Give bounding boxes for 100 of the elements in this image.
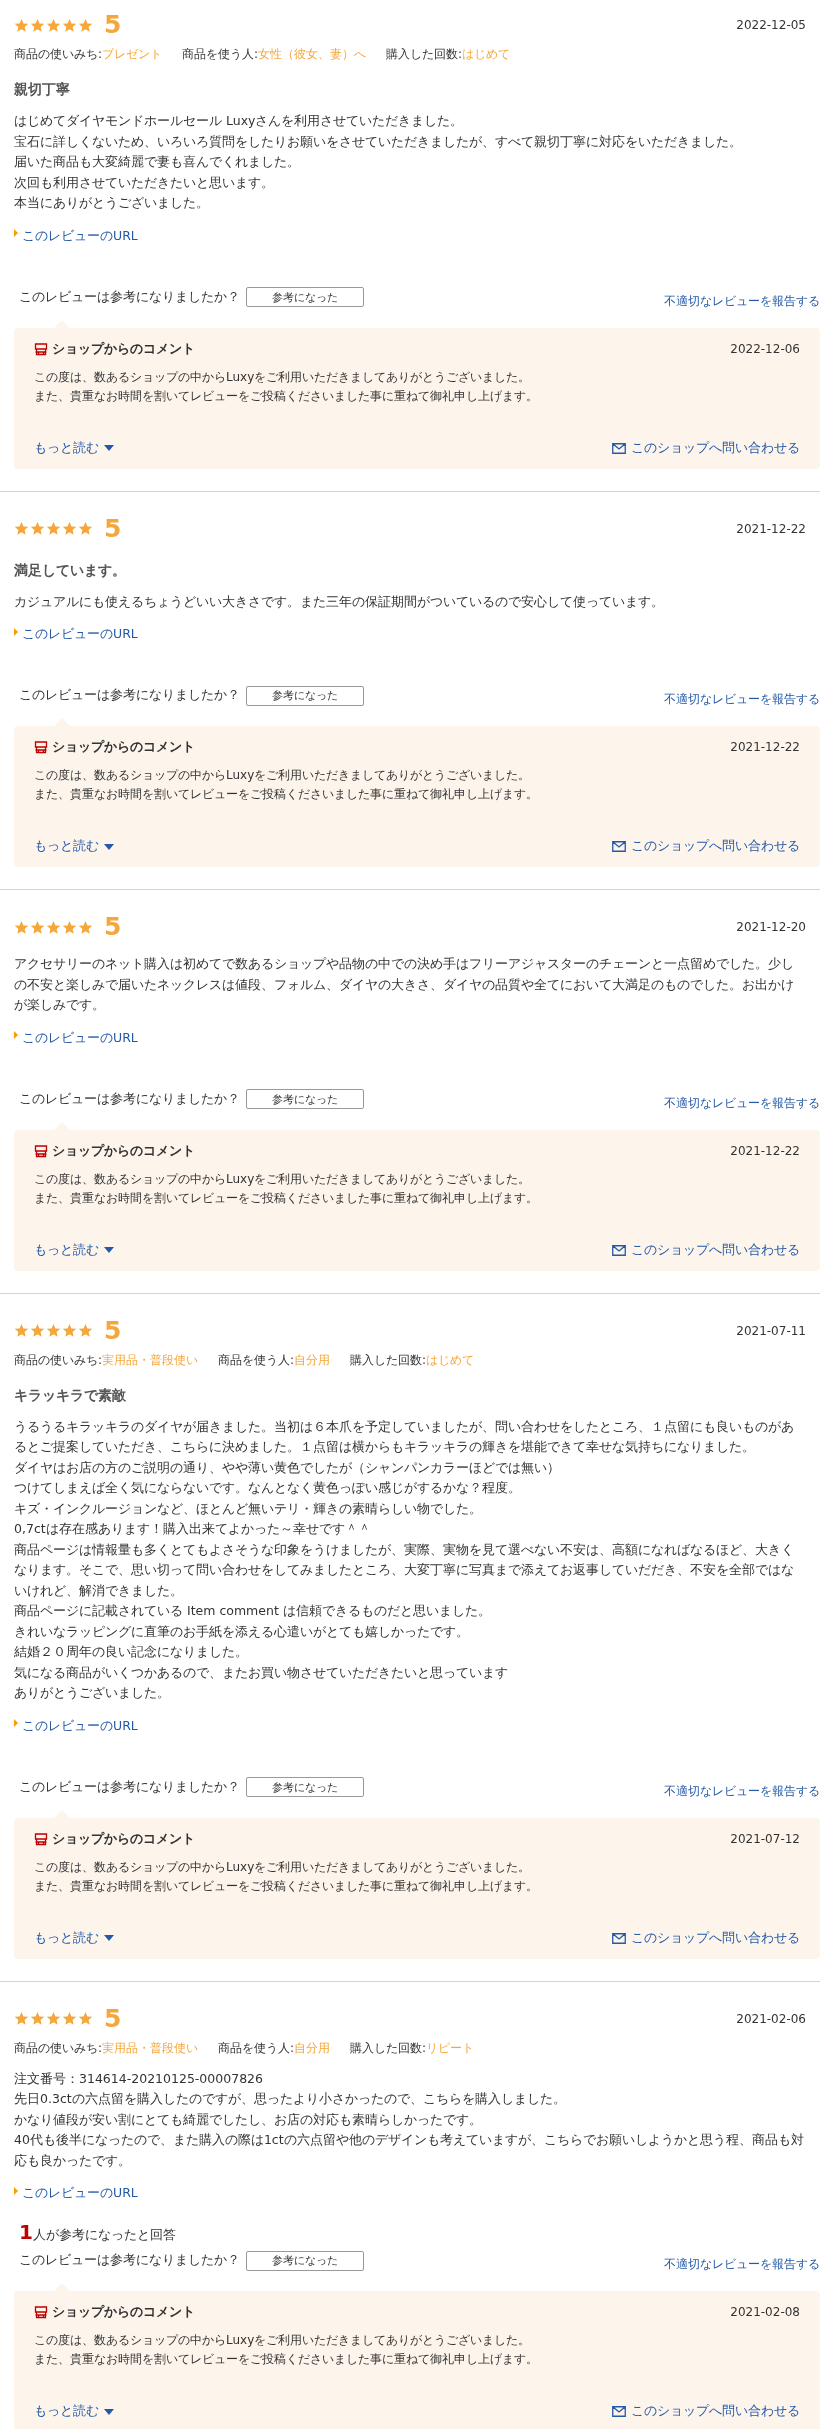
star-icon [62,919,77,935]
shop-icon [34,1143,48,1158]
shop-comment-title: ショップからのコメント [52,1141,195,1160]
read-more-link[interactable]: もっと読む [34,1929,114,1947]
meta-value: 実用品・普段使い [102,2040,199,2055]
shop-comment-date: 2021-12-22 [730,740,800,754]
read-more-link[interactable]: もっと読む [34,439,114,457]
shop-comment-text: この度は、数あるショップの中からLuxyをご利用いただきましてありがとうございました。 [34,2332,532,2349]
shop-comment-title: ショップからのコメント [52,738,195,756]
report-link[interactable]: 不適切なレビューを報告する [664,2256,820,2273]
contact-shop-link[interactable]: このショップへ問い合わせる [612,1929,800,1947]
caret-icon [104,1247,114,1253]
rating-score: 5 [104,1315,122,1346]
review-url-link[interactable]: このレビューのURL [14,227,138,245]
review-text: 商品ページは情報量も多くとてもよさそうな印象をうけましたが、実際、実物を見て選べない不安は、高額になればなるほど、大きくなります。そこで、思い切って問い合わせをしてみましたところ、大変丁寧に写真まで添えてお返事していだだき、不安を全部ではないけれど、解消できました。 [14,1540,795,1600]
review-text: ダイヤはお店の方のご説明の通り、やや薄い黄色でしたが（シャンパンカラーほどでは無い） [14,1458,561,1477]
rating-score: 5 [104,912,122,942]
helpful-question: このレビューは参考になりましたか？ [19,288,240,306]
meta-label: 商品を使う人: [218,2040,295,2055]
review-url-link[interactable]: このレビューのURL [14,626,138,643]
contact-shop-link[interactable]: このショップへ問い合わせる [612,439,800,457]
mail-icon [612,2406,626,2417]
shop-comment-text: また、貴重なお時間を割いてレビューをご投稿くださいました事に重ねて御礼申し上げます。 [34,786,539,803]
review-text: カジュアルにも使えるちょうどいい大きさです。また三年の保証期間がついているので安心して使っています。 [14,592,665,611]
review-date: 2021-12-22 [736,521,806,536]
review-text: うるうるキラッキラのダイヤが届きました。当初は６本爪を予定していましたが、問い合わせをしたところ、１点留にも良いものがあるとご提案していただき、こちらに決めました。１点留は横からもキラッキラの輝きを堪能できて幸せな気持ちになりました。 [14,1417,795,1456]
meta-value: 実用品・普段使い [102,1352,199,1367]
review-title: キラッキラで素敵 [14,1386,127,1405]
review-text: 注文番号：314614-20210125-00007826 [14,2069,264,2088]
helpful-button[interactable]: 参考になった [246,1089,364,1109]
star-icon [46,2011,61,2026]
review-text: 結婚２０周年の良い記念になりました。 [14,1643,249,1661]
caret-icon [104,843,114,850]
meta-value: はじめて [462,47,511,61]
star-icon [62,1323,77,1338]
helpful-button[interactable]: 参考になった [246,685,364,706]
helpful-question: このレビューは参考になりましたか？ [19,1090,240,1108]
shop-icon [34,1831,48,1846]
rating-score: 5 [104,2003,122,2034]
helpful-button[interactable]: 参考になった [246,287,364,307]
meta-value: 自分用 [294,1352,331,1367]
review-text: つけてしまえば全く気にならないです。なんとなく黄色っぽい感じがするかな？程度。 [14,1479,522,1497]
review-text: 届いた商品も大変綺麗で妻も喜んでくれました。 [14,153,301,171]
star-icon [14,919,29,935]
star-icon [14,17,29,33]
meta-value: 自分用 [294,2040,331,2055]
meta-value: はじめて [426,1352,475,1367]
rating-score: 5 [104,513,122,544]
shop-comment-text: また、貴重なお時間を割いてレビューをご投稿くださいました事に重ねて御礼申し上げます。 [34,2351,539,2368]
shop-comment-title: ショップからのコメント [52,2303,195,2321]
meta-label: 商品を使う人: [182,47,259,61]
star-icon [62,2011,77,2026]
star-icon [62,521,77,536]
review-text: 0,7ctは存在感あります！購入出来てよかった～幸せです＾＾ [14,1520,372,1538]
star-icon [78,17,93,33]
star-icon [30,1323,45,1338]
shop-comment-text: また、貴重なお時間を割いてレビューをご投稿くださいました事に重ねて御礼申し上げます。 [34,1877,539,1895]
helpful-button[interactable]: 参考になった [246,2250,364,2271]
shop-comment-title: ショップからのコメント [52,1829,195,1848]
meta-label: 商品の使いみち: [14,47,103,61]
meta-value: リピート [426,2040,475,2055]
helpful-count: 1 [19,2220,33,2244]
caret-icon [104,2408,114,2415]
contact-shop-link[interactable]: このショップへ問い合わせる [612,1241,800,1259]
star-icon [46,17,61,33]
star-icon [78,2011,93,2026]
star-icon [46,919,61,935]
review-url-link[interactable]: このレビューのURL [14,1029,138,1047]
helpful-button[interactable]: 参考になった [246,1777,364,1797]
star-icon [62,17,77,33]
review-url-link[interactable]: このレビューのURL [14,2185,138,2202]
shop-icon [34,740,48,754]
star-icon [30,919,45,935]
review-text: 本当にありがとうございました。 [14,194,210,212]
contact-shop-link[interactable]: このショップへ問い合わせる [612,838,800,855]
shop-comment-text: この度は、数あるショップの中からLuxyをご利用いただきましてありがとうございました。 [34,1858,532,1876]
contact-shop-link[interactable]: このショップへ問い合わせる [612,2403,800,2420]
report-link[interactable]: 不適切なレビューを報告する [664,691,820,708]
review-title: 満足しています。 [14,561,127,580]
report-link[interactable]: 不適切なレビューを報告する [664,1094,820,1112]
star-icon [30,521,45,536]
helpful-question: このレビューは参考になりましたか？ [19,1778,240,1796]
review-text: 先日0.3ctの六点留を購入したのですが、思ったより小さかったので、こちらを購入しました。 [14,2090,567,2108]
meta-value: 女性（彼女、妻）へ [258,47,367,61]
read-more-link[interactable]: もっと読む [34,1241,114,1259]
review-text: かなり値段が安い割にとても綺麗でしたし、お店の対応も素晴らしかったです。 [14,2110,483,2129]
review-text: はじめてダイヤモンドホールセール Luxyさんを利用させていただきました。 [14,112,465,130]
shop-comment-text: この度は、数あるショップの中からLuxyをご利用いただきましてありがとうございました。 [34,368,532,386]
helpful-question: このレビューは参考になりましたか？ [19,687,240,704]
report-link[interactable]: 不適切なレビューを報告する [664,292,820,310]
read-more-link[interactable]: もっと読む [34,2403,114,2420]
rating-score: 5 [104,10,122,40]
report-link[interactable]: 不適切なレビューを報告する [664,1782,820,1800]
shop-icon [34,341,48,356]
review-date: 2021-07-11 [736,1323,806,1338]
mail-icon [612,841,626,852]
review-url-link[interactable]: このレビューのURL [14,1717,138,1735]
meta-label: 商品の使いみち: [14,2040,103,2055]
shop-comment-date: 2021-07-12 [730,1831,800,1846]
read-more-link[interactable]: もっと読む [34,838,114,855]
